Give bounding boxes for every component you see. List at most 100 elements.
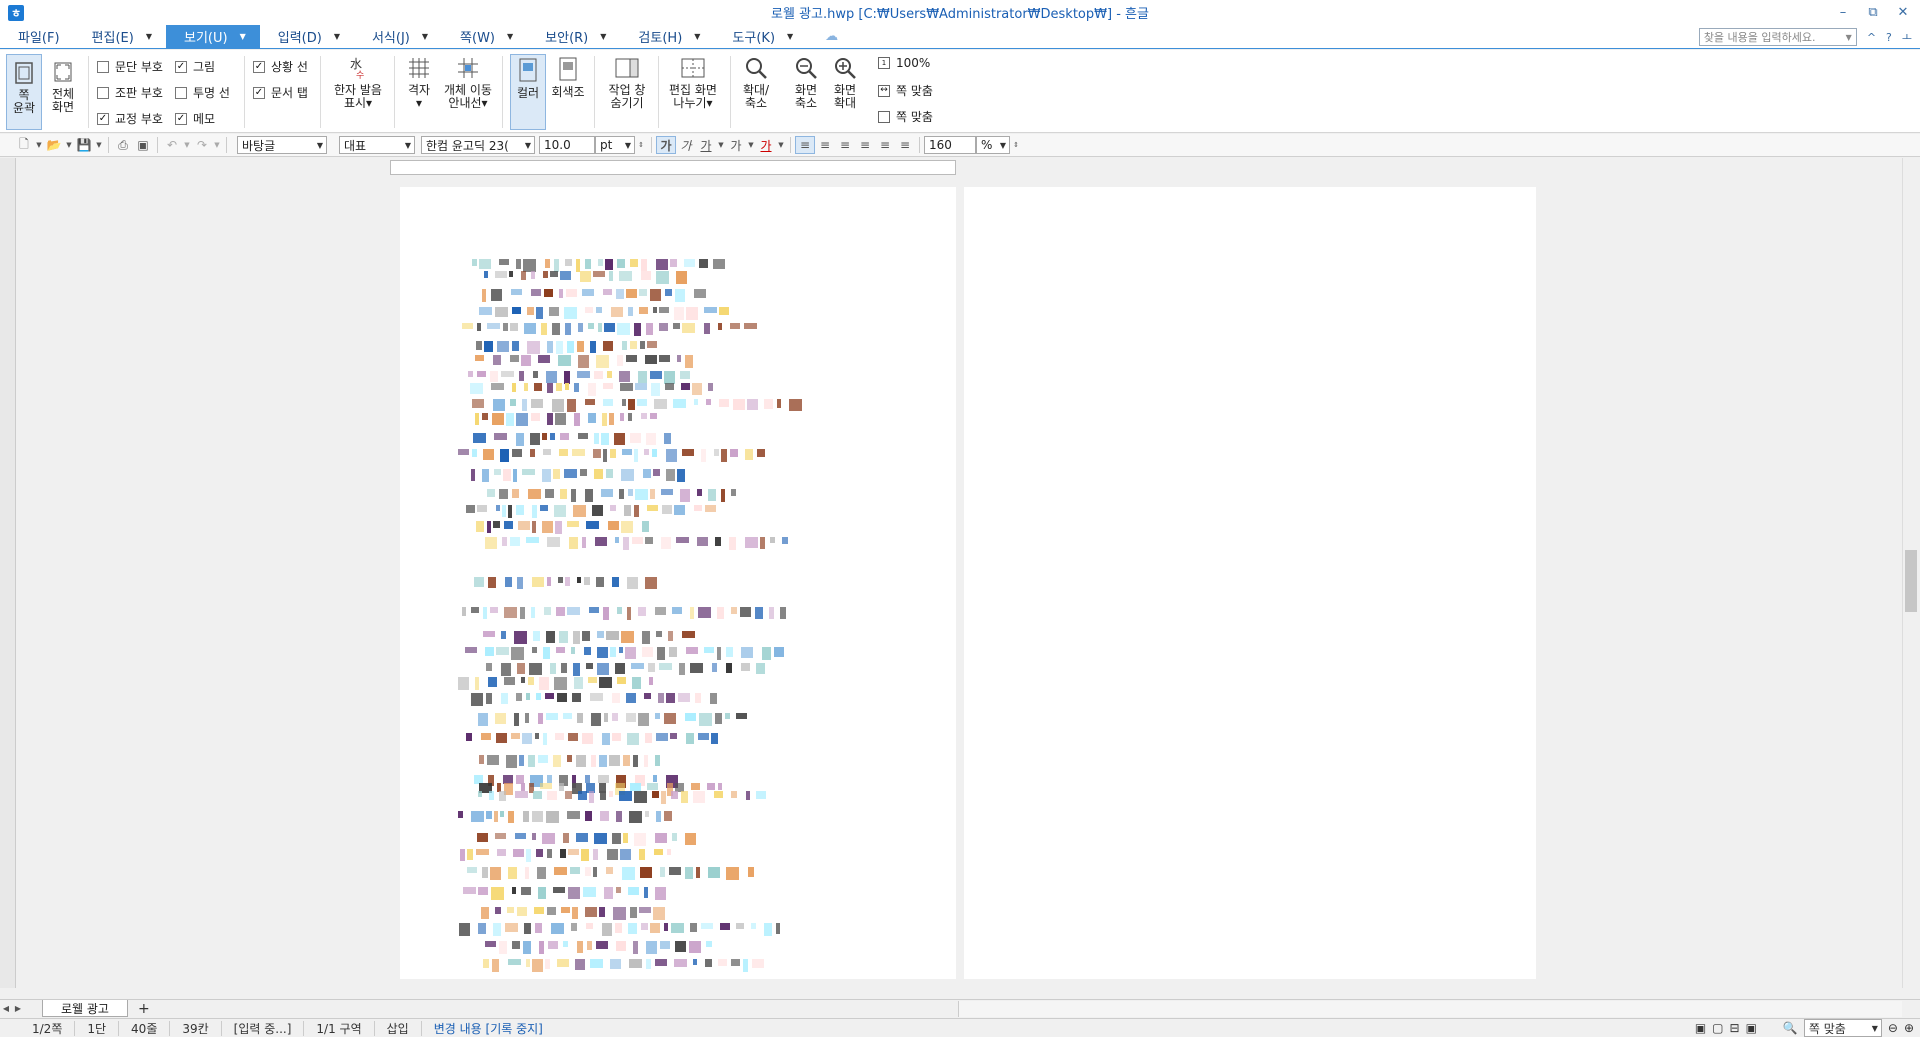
font-select[interactable]: 한컴 윤고딕 23(▼ <box>421 136 535 154</box>
check-proofread-mark[interactable]: ✓ 교정 부호 <box>97 110 163 127</box>
line-spacing-unit[interactable]: % ▼ <box>976 136 1010 154</box>
align-left-icon[interactable]: ≡ <box>815 136 835 154</box>
menu-page[interactable]: 쪽(W) ▼ <box>442 25 527 49</box>
menu-file[interactable]: 파일(F) <box>0 25 74 49</box>
check-picture[interactable]: ✓ 그림 <box>175 58 215 75</box>
checkbox[interactable] <box>97 60 109 73</box>
status-track-changes[interactable]: 변경 내용 [기록 중지] <box>422 1021 555 1036</box>
align-justify-icon[interactable]: ≡ <box>795 136 815 154</box>
help-button[interactable]: ? <box>1886 31 1892 44</box>
check-transparent-line[interactable]: 투명 선 <box>175 84 230 101</box>
font-color-button[interactable]: 가 <box>756 136 776 154</box>
check-status-line[interactable]: ✓ 상황 선 <box>253 58 308 75</box>
menu-format[interactable]: 서식(J) ▼ <box>354 25 442 49</box>
bold-button[interactable]: 가 <box>656 136 676 154</box>
chevron-down-icon[interactable]: ▼ <box>182 136 192 154</box>
pin-button[interactable]: ㅗ <box>1902 29 1912 45</box>
zoom-100-button[interactable]: 1 100% <box>878 56 930 70</box>
checkbox[interactable]: ✓ <box>97 112 109 125</box>
save-icon[interactable]: 💾 <box>74 136 94 154</box>
chevron-down-icon[interactable]: ▼ <box>34 136 44 154</box>
horizontal-scrollbar[interactable] <box>958 1000 1902 1017</box>
zoom-in-icon[interactable]: ⊕ <box>1904 1021 1914 1035</box>
horizontal-ruler[interactable] <box>390 160 956 175</box>
status-page[interactable]: 1/2쪽 <box>0 1020 76 1036</box>
chevron-down-icon[interactable]: ▼ <box>776 136 786 154</box>
page-1[interactable] <box>400 187 956 979</box>
size-stepper[interactable]: ⇕ <box>635 136 647 154</box>
outline-select[interactable]: 대표 ▼ <box>339 136 415 154</box>
task-window-button[interactable]: 작업 창 숨기기 <box>602 56 652 110</box>
zoom-button[interactable]: 확대/ 축소 <box>736 56 776 110</box>
font-unit-select[interactable]: pt ▼ <box>595 136 635 154</box>
vertical-scrollbar[interactable] <box>1902 158 1920 988</box>
checkbox[interactable]: ✓ <box>253 86 265 99</box>
check-control-mark[interactable]: 조판 부호 <box>97 84 163 101</box>
tab-document[interactable]: 로웰 광고 <box>42 1000 128 1017</box>
align-center-icon[interactable]: ≡ <box>835 136 855 154</box>
new-doc-icon[interactable]: 🗋 <box>14 136 34 154</box>
view-icon-2[interactable]: ▢ <box>1712 1021 1723 1035</box>
checkbox[interactable] <box>175 86 187 99</box>
underline-button[interactable]: 가 <box>696 136 716 154</box>
close-button[interactable]: ✕ <box>1892 2 1914 22</box>
add-tab-button[interactable]: + <box>138 1001 150 1017</box>
zoom-out-icon[interactable]: ⊖ <box>1888 1021 1898 1035</box>
line-spacing-stepper[interactable]: ⇕ <box>1010 136 1022 154</box>
cloud-icon[interactable]: ☁ <box>807 25 852 49</box>
divide-icon[interactable]: ≡ <box>895 136 915 154</box>
magnifier-icon[interactable]: 🔍 <box>1783 1021 1798 1035</box>
zoom-out-button[interactable]: 화면 축소 <box>788 56 824 110</box>
tab-nav-next-icon[interactable]: ▶ <box>12 1000 24 1018</box>
grid-button[interactable]: 격자 ▾ <box>402 56 436 110</box>
hanja-pronounce-button[interactable]: 水수 한자 발음 표시▾ <box>328 56 388 110</box>
chevron-down-icon[interactable]: ▼ <box>64 136 74 154</box>
open-folder-icon[interactable]: 📂 <box>44 136 64 154</box>
distribute-icon[interactable]: ≡ <box>875 136 895 154</box>
menu-view[interactable]: 보기(U) ▼ <box>165 24 260 49</box>
chevron-down-icon[interactable]: ▼ <box>212 136 222 154</box>
status-mode[interactable]: 삽입 <box>375 1020 422 1036</box>
checkbox[interactable]: ✓ <box>253 60 265 73</box>
line-spacing-input[interactable]: 160 <box>924 136 976 154</box>
font-size-input[interactable]: 10.0 <box>539 136 595 154</box>
collapse-ribbon-button[interactable]: ^ <box>1867 31 1876 44</box>
help-search-input[interactable]: 찾을 내용을 입력하세요. ▼ <box>1698 28 1857 46</box>
tab-nav-prev-icon[interactable]: ◀ <box>0 1000 12 1018</box>
strike-button[interactable]: 가 <box>726 136 746 154</box>
redo-icon[interactable]: ↷ <box>192 136 212 154</box>
object-guide-button[interactable]: 개체 이동 안내선▾ <box>440 56 496 110</box>
menu-security[interactable]: 보안(R) ▼ <box>527 25 620 49</box>
print-icon[interactable]: ⎙ <box>113 136 133 154</box>
menu-review[interactable]: 검토(H) ▼ <box>620 25 714 49</box>
style-select[interactable]: 바탕글 ▼ <box>237 136 327 154</box>
chevron-down-icon[interactable]: ▼ <box>746 136 756 154</box>
split-view-button[interactable]: 편집 화면 나누기▾ <box>664 56 722 110</box>
zoom-select[interactable]: 쪽 맞춤 ▼ <box>1803 1019 1882 1037</box>
menu-insert[interactable]: 입력(D) ▼ <box>260 25 354 49</box>
minimize-button[interactable]: – <box>1832 2 1854 22</box>
fit-page-button[interactable]: 쪽 맞춤 <box>878 108 933 125</box>
scroll-thumb[interactable] <box>1905 550 1917 612</box>
zoom-in-button[interactable]: 화면 확대 <box>827 56 863 110</box>
page-2[interactable] <box>964 187 1536 979</box>
view-icon-3[interactable]: ⊟ <box>1730 1021 1740 1035</box>
grayscale-button[interactable]: 회색조 <box>550 56 586 99</box>
chevron-down-icon[interactable]: ▼ <box>716 136 726 154</box>
fit-width-button[interactable]: ↔ 쪽 맞춤 <box>878 82 933 99</box>
check-memo[interactable]: ✓ 메모 <box>175 110 215 127</box>
page-outline-button[interactable]: 쪽 윤곽 <box>6 54 42 130</box>
checkbox[interactable]: ✓ <box>175 60 187 73</box>
italic-button[interactable]: 가 <box>676 136 696 154</box>
checkbox[interactable] <box>97 86 109 99</box>
checkbox[interactable]: ✓ <box>175 112 187 125</box>
view-icon-4[interactable]: ▣ <box>1746 1021 1757 1035</box>
undo-icon[interactable]: ↶ <box>162 136 182 154</box>
menu-edit[interactable]: 편집(E) ▼ <box>74 25 166 49</box>
print-preview-icon[interactable]: ▣ <box>133 136 153 154</box>
check-doc-tab[interactable]: ✓ 문서 탭 <box>253 84 308 101</box>
full-screen-button[interactable]: 전체 화면 <box>46 54 80 130</box>
menu-tools[interactable]: 도구(K) ▼ <box>714 25 807 49</box>
view-icon-1[interactable]: ▣ <box>1695 1021 1706 1035</box>
vertical-ruler[interactable] <box>0 158 16 988</box>
